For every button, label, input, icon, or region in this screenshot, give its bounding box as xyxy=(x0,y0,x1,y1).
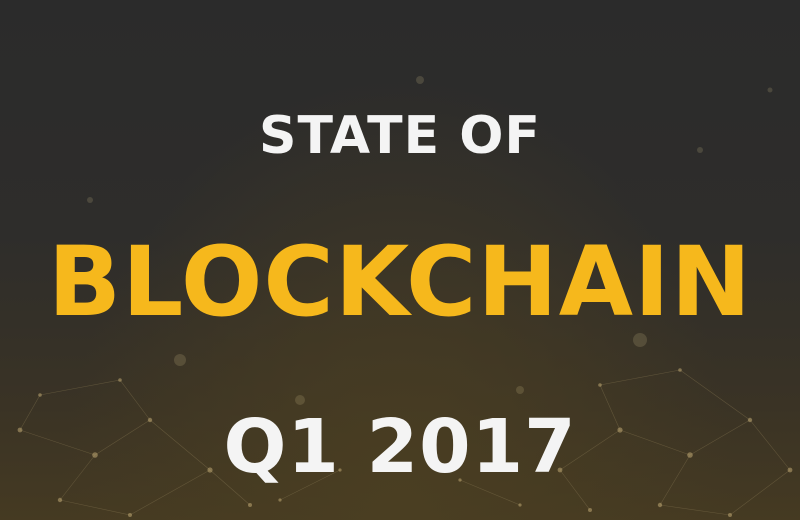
heading-blockchain: BLOCKCHAIN xyxy=(47,226,753,338)
heading-quarter: Q1 2017 xyxy=(223,404,577,490)
heading-state-of: STATE OF xyxy=(259,106,541,166)
title-card: STATE OF BLOCKCHAIN Q1 2017 xyxy=(0,0,800,520)
